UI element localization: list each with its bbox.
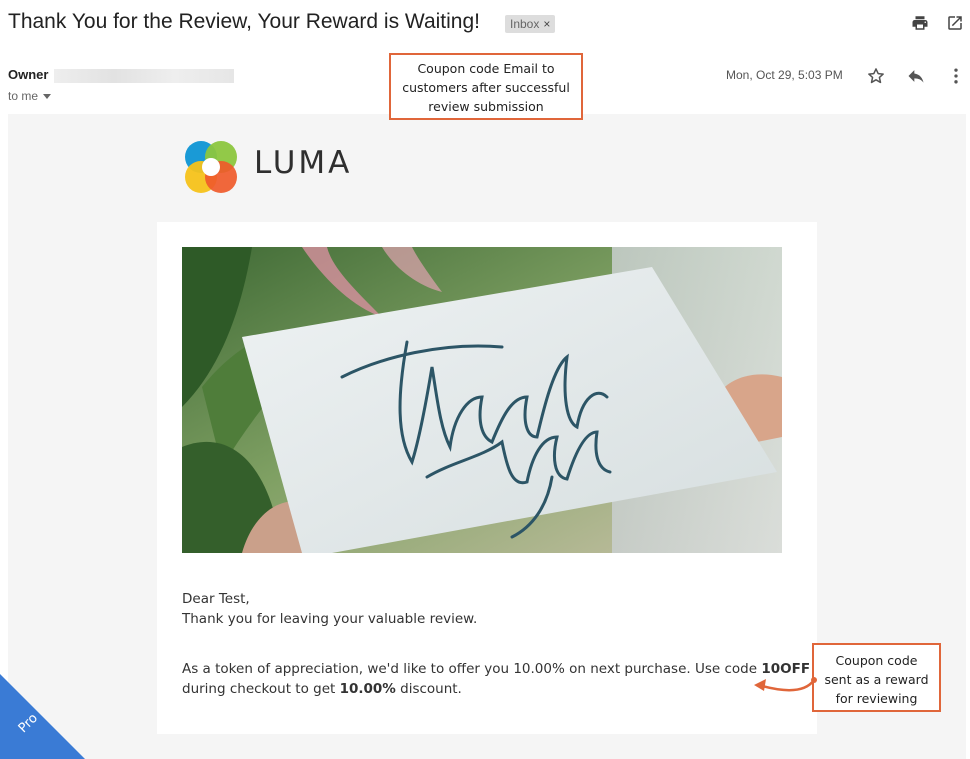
inbox-label-text: Inbox: [510, 17, 540, 31]
annotation-coupon-reward: Coupon code sent as a reward for reviewi…: [812, 643, 941, 712]
annotation-line: sent as a reward: [824, 672, 929, 687]
email-subject: Thank You for the Review, Your Reward is…: [8, 10, 480, 33]
annotation-line: Coupon code Email to: [417, 61, 555, 76]
sender-email-redacted: [54, 69, 234, 83]
brand-logo-text: LUMA: [254, 145, 353, 181]
sender-name: Owner: [8, 67, 49, 82]
annotation-line: Coupon code: [835, 653, 918, 668]
offer-text-part2: during checkout to get: [182, 681, 340, 697]
greeting-text: Dear Test,: [182, 591, 250, 607]
remove-label-icon[interactable]: ×: [543, 17, 550, 31]
email-date: Mon, Oct 29, 5:03 PM: [726, 68, 843, 82]
annotation-line: for reviewing: [835, 691, 918, 706]
recipient-text: to me: [8, 89, 39, 103]
chevron-down-icon[interactable]: [43, 94, 52, 100]
more-vertical-icon[interactable]: [946, 66, 966, 86]
annotation-line: customers after successful: [402, 80, 570, 95]
discount-value: 10.00%: [339, 681, 396, 697]
annotation-email-purpose: Coupon code Email to customers after suc…: [389, 53, 583, 120]
thanks-text: Thank you for leaving your valuable revi…: [182, 611, 478, 627]
annotation-line: review submission: [428, 99, 544, 114]
luma-logo-icon: [185, 141, 237, 193]
open-in-new-window-icon[interactable]: [946, 14, 964, 32]
offer-text-part1: As a token of appreciation, we'd like to…: [182, 661, 762, 677]
offer-paragraph-line1: As a token of appreciation, we'd like to…: [182, 661, 810, 677]
thank-you-hero-image: [182, 247, 782, 553]
inbox-label-chip[interactable]: Inbox ×: [505, 15, 556, 33]
star-icon[interactable]: [866, 66, 886, 86]
annotation-arrow-icon: [754, 677, 817, 692]
recipient-toggle[interactable]: to me: [8, 89, 52, 103]
print-icon[interactable]: [911, 14, 929, 32]
offer-paragraph-line2: during checkout to get 10.00% discount.: [182, 681, 462, 697]
offer-text-part3: discount.: [395, 681, 462, 697]
reply-icon[interactable]: [906, 66, 926, 86]
pro-corner-badge: [0, 674, 85, 759]
